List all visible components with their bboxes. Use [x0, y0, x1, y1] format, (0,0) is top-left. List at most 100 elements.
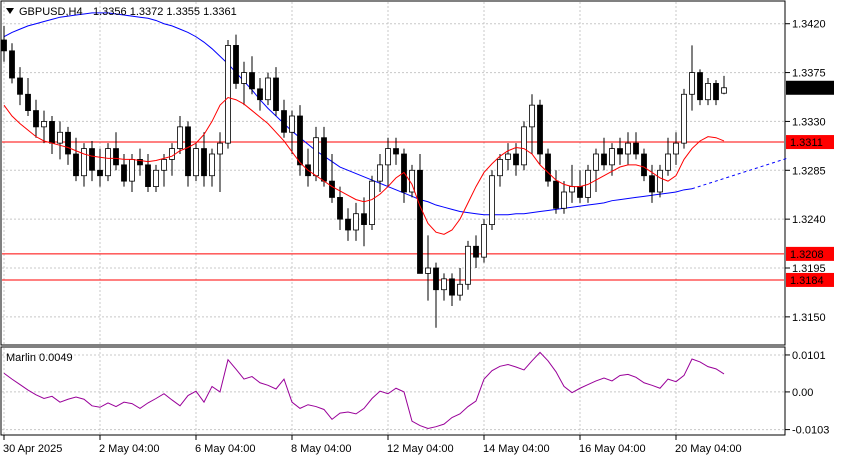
- candle: [369, 175, 375, 230]
- candle-body-bull: [489, 175, 495, 225]
- candle-body-bear: [633, 142, 639, 155]
- candle-body-bull: [129, 159, 135, 182]
- candle-body-bull: [529, 104, 535, 128]
- price-tick-label: 1.3285: [792, 165, 826, 177]
- candle-body-bull: [313, 137, 319, 177]
- candle-body-bull: [593, 153, 599, 171]
- candle-body-bear: [281, 110, 287, 133]
- candle-body-bear: [697, 72, 703, 101]
- candle-body-bull: [209, 153, 215, 177]
- candle: [105, 143, 111, 182]
- candle: [417, 154, 423, 274]
- candle-body-bull: [241, 72, 247, 84]
- candle-body-bull: [465, 245, 471, 285]
- candle-body-bull: [505, 153, 511, 160]
- candle: [545, 148, 551, 187]
- candle-body-bull: [369, 180, 375, 225]
- candle-body-bear: [1, 39, 7, 52]
- candle-body-bull: [81, 148, 87, 177]
- candle: [297, 105, 303, 176]
- level-price-label: 1.3311: [790, 137, 823, 149]
- candle-body-bull: [689, 72, 695, 95]
- candle-body-bull: [721, 87, 727, 94]
- candle-body-bear: [185, 126, 191, 177]
- candle-body-bull: [57, 131, 63, 144]
- candle-body-bear: [417, 169, 423, 274]
- candle-body-bear: [321, 137, 327, 182]
- candle-body-bear: [393, 148, 399, 155]
- candle-body-bull: [41, 121, 47, 128]
- time-tick-label: 14 May 04:00: [483, 443, 550, 455]
- ohlc-header: 1.3356 1.3372 1.3355 1.3361: [93, 6, 237, 18]
- osc-tick-label: -0.0103: [792, 425, 829, 437]
- candle-body-bull: [265, 77, 271, 101]
- candle-body-bull: [569, 186, 575, 193]
- chart-window: 1.34201.33751.33301.32851.32401.31951.31…: [0, 0, 842, 459]
- candle-body-bear: [601, 153, 607, 166]
- candle: [489, 170, 495, 230]
- candle-body-bear: [649, 175, 655, 193]
- candle-body-bear: [49, 121, 55, 144]
- candle-body-bull: [681, 93, 687, 144]
- time-tick-label: 20 May 04:00: [675, 443, 742, 455]
- candle-body-bull: [385, 148, 391, 166]
- candle-body-bear: [361, 213, 367, 225]
- candle-body-bear: [145, 164, 151, 187]
- price-tick-label: 1.3375: [792, 68, 826, 80]
- candle-body-bear: [97, 169, 103, 177]
- candle-body-bull: [161, 159, 167, 171]
- price-tick-label: 1.3420: [792, 19, 826, 31]
- candle: [225, 40, 231, 149]
- candle-body-bear: [65, 131, 71, 155]
- candle-body-bear: [537, 104, 543, 155]
- candle: [681, 88, 687, 149]
- candle: [521, 121, 527, 171]
- candle-body-bull: [441, 278, 447, 291]
- time-tick-label: 16 May 04:00: [579, 443, 646, 455]
- candle-body-bear: [329, 180, 335, 198]
- candle-body-bull: [521, 126, 527, 166]
- candle-body-bull: [193, 148, 199, 177]
- level-price-label: 1.3184: [790, 275, 824, 287]
- candle-body-bull: [673, 142, 679, 155]
- candle-body-bull: [561, 191, 567, 209]
- oscillator-label: Marlin 0.0049: [6, 352, 73, 364]
- candle-body-bear: [25, 93, 31, 111]
- time-tick-label: 30 Apr 2025: [3, 443, 62, 455]
- candle-body-bear: [713, 83, 719, 101]
- candle-body-bull: [153, 169, 159, 187]
- time-tick-label: 2 May 04:00: [99, 443, 160, 455]
- candle-body-bear: [33, 110, 39, 128]
- candle-body-bull: [625, 142, 631, 155]
- candle-body-bear: [345, 218, 351, 231]
- candle-body-bear: [473, 245, 479, 258]
- candle-body-bull: [177, 126, 183, 149]
- candle-body-bear: [17, 77, 23, 95]
- candle-body-bear: [449, 278, 455, 296]
- candle-body-bull: [481, 224, 487, 258]
- candle-body-bear: [113, 148, 119, 166]
- price-tick-label: 1.3330: [792, 116, 826, 128]
- level-price-label: 1.3208: [790, 249, 824, 261]
- symbol-header: GBPUSD,H4: [19, 6, 83, 18]
- current-price-label: 1.3361: [790, 83, 824, 95]
- candle-body-bear: [249, 72, 255, 90]
- candle-body-bull: [217, 142, 223, 155]
- candle: [481, 219, 487, 263]
- candle-body-bull: [425, 267, 431, 274]
- candle-body-bear: [233, 45, 239, 84]
- candle-body-bear: [513, 153, 519, 166]
- candle-body-bull: [377, 164, 383, 182]
- candle-body-bull: [705, 83, 711, 101]
- candle-body-bull: [457, 283, 463, 296]
- candle: [697, 69, 703, 106]
- candle-body-bull: [225, 45, 231, 144]
- candle: [465, 240, 471, 290]
- candle-body-bear: [89, 148, 95, 171]
- candle-body-bull: [353, 213, 359, 231]
- candle-body-bull: [169, 148, 175, 160]
- candle-body-bull: [609, 148, 615, 166]
- candle-body-bear: [201, 148, 207, 177]
- candle-body-bull: [497, 159, 503, 177]
- candle-body-bear: [121, 164, 127, 182]
